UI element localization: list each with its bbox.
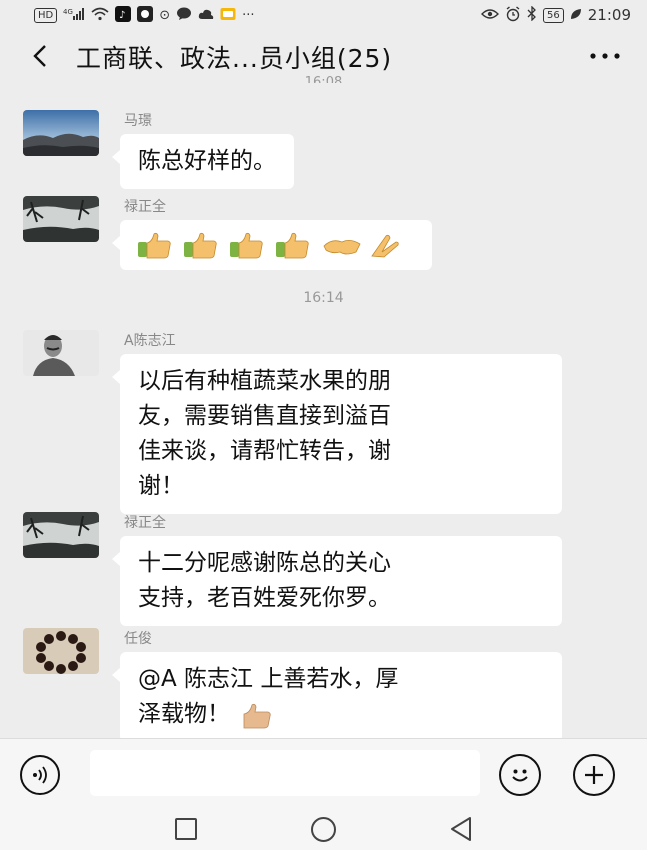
recent-apps-icon[interactable] xyxy=(175,818,197,840)
status-left: HD 4G ♪ ⊙ ··· xyxy=(34,5,255,25)
status-bar: HD 4G ♪ ⊙ ··· 56 21:09 xyxy=(0,0,647,30)
message-input[interactable] xyxy=(90,750,480,796)
voice-icon[interactable] xyxy=(20,755,60,795)
status-right: 56 21:09 xyxy=(481,5,631,25)
tree-avatar[interactable] xyxy=(23,512,99,558)
thumbs-up-emoji xyxy=(138,232,171,259)
chevron-left-icon[interactable] xyxy=(22,38,58,74)
leaf-icon xyxy=(570,8,582,23)
svg-text:4G: 4G xyxy=(63,8,73,16)
svg-text:♪: ♪ xyxy=(119,10,125,21)
message-text-line: 友，需要销售直接到溢百 xyxy=(138,403,391,429)
sender-name: 禄正全 xyxy=(124,199,166,215)
message-text-line: 谢！ xyxy=(138,473,184,499)
signal-icon: 4G xyxy=(63,7,85,24)
chat-icon xyxy=(176,7,192,24)
beads-avatar[interactable] xyxy=(23,628,99,674)
back-icon[interactable] xyxy=(448,815,474,843)
sender-name: 任俊 xyxy=(124,631,152,647)
message-text-line: 泽载物！ xyxy=(138,701,230,727)
message-text-line: @A 陈志江 上善若水，厚 xyxy=(138,666,399,692)
message-text-line: 支持，老百姓爱死你罗。 xyxy=(138,585,391,611)
landscape-avatar[interactable] xyxy=(23,110,99,156)
message-timestamp: 16:14 xyxy=(303,290,344,306)
clock-time: 21:09 xyxy=(587,6,631,24)
chat-area[interactable]: 马璟 陈总好样的。 禄正全 16:14 A陈志江 以后有种植蔬菜水果的朋 友，需… xyxy=(0,84,647,738)
more-icon[interactable] xyxy=(583,38,627,74)
tree-avatar[interactable] xyxy=(23,196,99,242)
system-nav-bar xyxy=(0,808,647,850)
message-bubble[interactable]: @A 陈志江 上善若水，厚 泽载物！ xyxy=(112,652,562,738)
thumbs-up-emoji xyxy=(230,232,263,259)
sender-name: 马璟 xyxy=(124,113,152,129)
emoji-icon[interactable] xyxy=(499,754,541,796)
message-bubble[interactable] xyxy=(112,220,432,270)
cloud-icon xyxy=(198,8,214,23)
message-bubble[interactable]: 以后有种植蔬菜水果的朋 友，需要销售直接到溢百 佳来谈，请帮忙转告，谢 谢！ xyxy=(112,354,562,514)
portrait-avatar[interactable] xyxy=(23,330,99,376)
thumbs-up-emoji xyxy=(184,232,217,259)
app-icon xyxy=(137,5,154,25)
message-text-line: 以后有种植蔬菜水果的朋 xyxy=(138,368,391,394)
alarm-icon xyxy=(505,5,521,25)
tiktok-icon: ♪ xyxy=(115,5,132,25)
sender-name: A陈志江 xyxy=(124,333,176,349)
handshake-emoji xyxy=(323,240,361,255)
wifi-icon xyxy=(91,7,109,24)
mail-icon xyxy=(220,7,236,24)
emoji-row xyxy=(138,232,399,259)
input-bar xyxy=(0,738,647,808)
message-text-line-wrap: 泽载物！ xyxy=(138,697,544,732)
home-icon[interactable] xyxy=(311,817,336,842)
battery-icon: 56 xyxy=(543,7,564,23)
clipped-timestamp: 16:08 xyxy=(304,75,343,83)
message-text-line: 十二分呢感谢陈总的关心 xyxy=(138,550,391,576)
plus-icon[interactable] xyxy=(573,754,615,796)
hd-icon: HD xyxy=(34,7,58,23)
clap-emoji xyxy=(371,234,399,258)
more-notifications-icon: ··· xyxy=(242,7,255,23)
chat-title: 工商联、政法...员小组(25) xyxy=(76,44,393,73)
thumbs-up-emoji xyxy=(243,703,271,728)
circle-icon: ⊙ xyxy=(159,7,171,23)
eye-icon xyxy=(481,8,500,23)
message-bubble[interactable]: 陈总好样的。 xyxy=(112,134,294,189)
bluetooth-icon xyxy=(527,5,537,24)
message-text: 陈总好样的。 xyxy=(138,148,276,174)
message-text-line: 佳来谈，请帮忙转告，谢 xyxy=(138,438,391,464)
thumbs-up-emoji xyxy=(276,232,309,259)
message-bubble[interactable]: 十二分呢感谢陈总的关心 支持，老百姓爱死你罗。 xyxy=(112,536,562,626)
sender-name: 禄正全 xyxy=(124,515,166,531)
